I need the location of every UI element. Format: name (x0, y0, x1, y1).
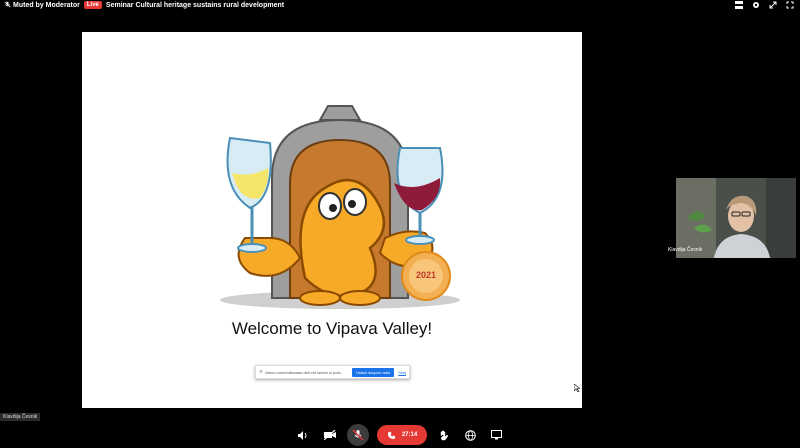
globe-icon (464, 429, 476, 441)
self-name-label: Klavdija Česnik (0, 413, 41, 421)
raise-hand-button[interactable] (435, 426, 453, 444)
participant-video (676, 178, 796, 258)
top-bar: Muted by Moderator Live Seminar Cultural… (0, 0, 800, 10)
fullscreen-icon[interactable] (786, 1, 794, 9)
grid-view-icon[interactable] (735, 1, 743, 9)
screenshare-notice-bar: ⦿ vimeo.com/vviitamau.deli.vid sedon si … (255, 365, 410, 379)
microphone-off-button[interactable] (346, 424, 369, 446)
hide-link[interactable]: Skrij (398, 370, 406, 375)
top-controls (735, 0, 794, 10)
meeting-window: Muted by Moderator Live Seminar Cultural… (0, 0, 800, 448)
welcome-heading: Welcome to Vipava Valley! (231, 319, 433, 338)
gear-icon[interactable] (752, 1, 760, 9)
speaker-icon (298, 430, 307, 440)
mouse-cursor-icon (574, 384, 580, 392)
live-badge: Live (83, 1, 102, 9)
stop-sharing-button[interactable]: Ustavi skupno rabo (351, 367, 395, 377)
muted-indicator: Muted by Moderator (4, 0, 80, 10)
screenshare-url: vimeo.com/vviitamau.deli.vid sedon si po… (265, 369, 341, 375)
call-toolbar: 27:14 (0, 422, 800, 448)
camera-off-button[interactable] (321, 426, 339, 444)
participant-name: Klavdija Česnik (668, 247, 703, 253)
phone-icon (387, 431, 395, 439)
muted-label: Muted by Moderator (13, 1, 80, 9)
mic-muted-icon (4, 0, 11, 10)
presentation-slide: 2021 Welcome to Vipava Valley! ⦿ vimeo.c… (82, 32, 582, 408)
mic-off-icon (352, 429, 364, 441)
language-button[interactable] (461, 426, 479, 444)
call-timer: 27:14 (401, 432, 418, 438)
speaker-button[interactable] (295, 426, 313, 444)
participant-video-tile[interactable] (676, 178, 796, 258)
meeting-title: Seminar Cultural heritage sustains rural… (105, 1, 285, 9)
shared-screen: 2021 Welcome to Vipava Valley! ⦿ vimeo.c… (0, 32, 666, 410)
collapse-icon[interactable] (769, 1, 777, 9)
raise-hand-icon (440, 430, 449, 440)
screen-share-button[interactable] (487, 426, 505, 444)
mascot-illustration (220, 105, 460, 309)
share-info-icon: ⦿ (259, 369, 263, 374)
end-call-button[interactable]: 27:14 (376, 425, 428, 445)
camera-off-icon (323, 430, 336, 440)
year-badge-label: 2021 (415, 270, 437, 280)
monitor-icon (490, 430, 502, 440)
